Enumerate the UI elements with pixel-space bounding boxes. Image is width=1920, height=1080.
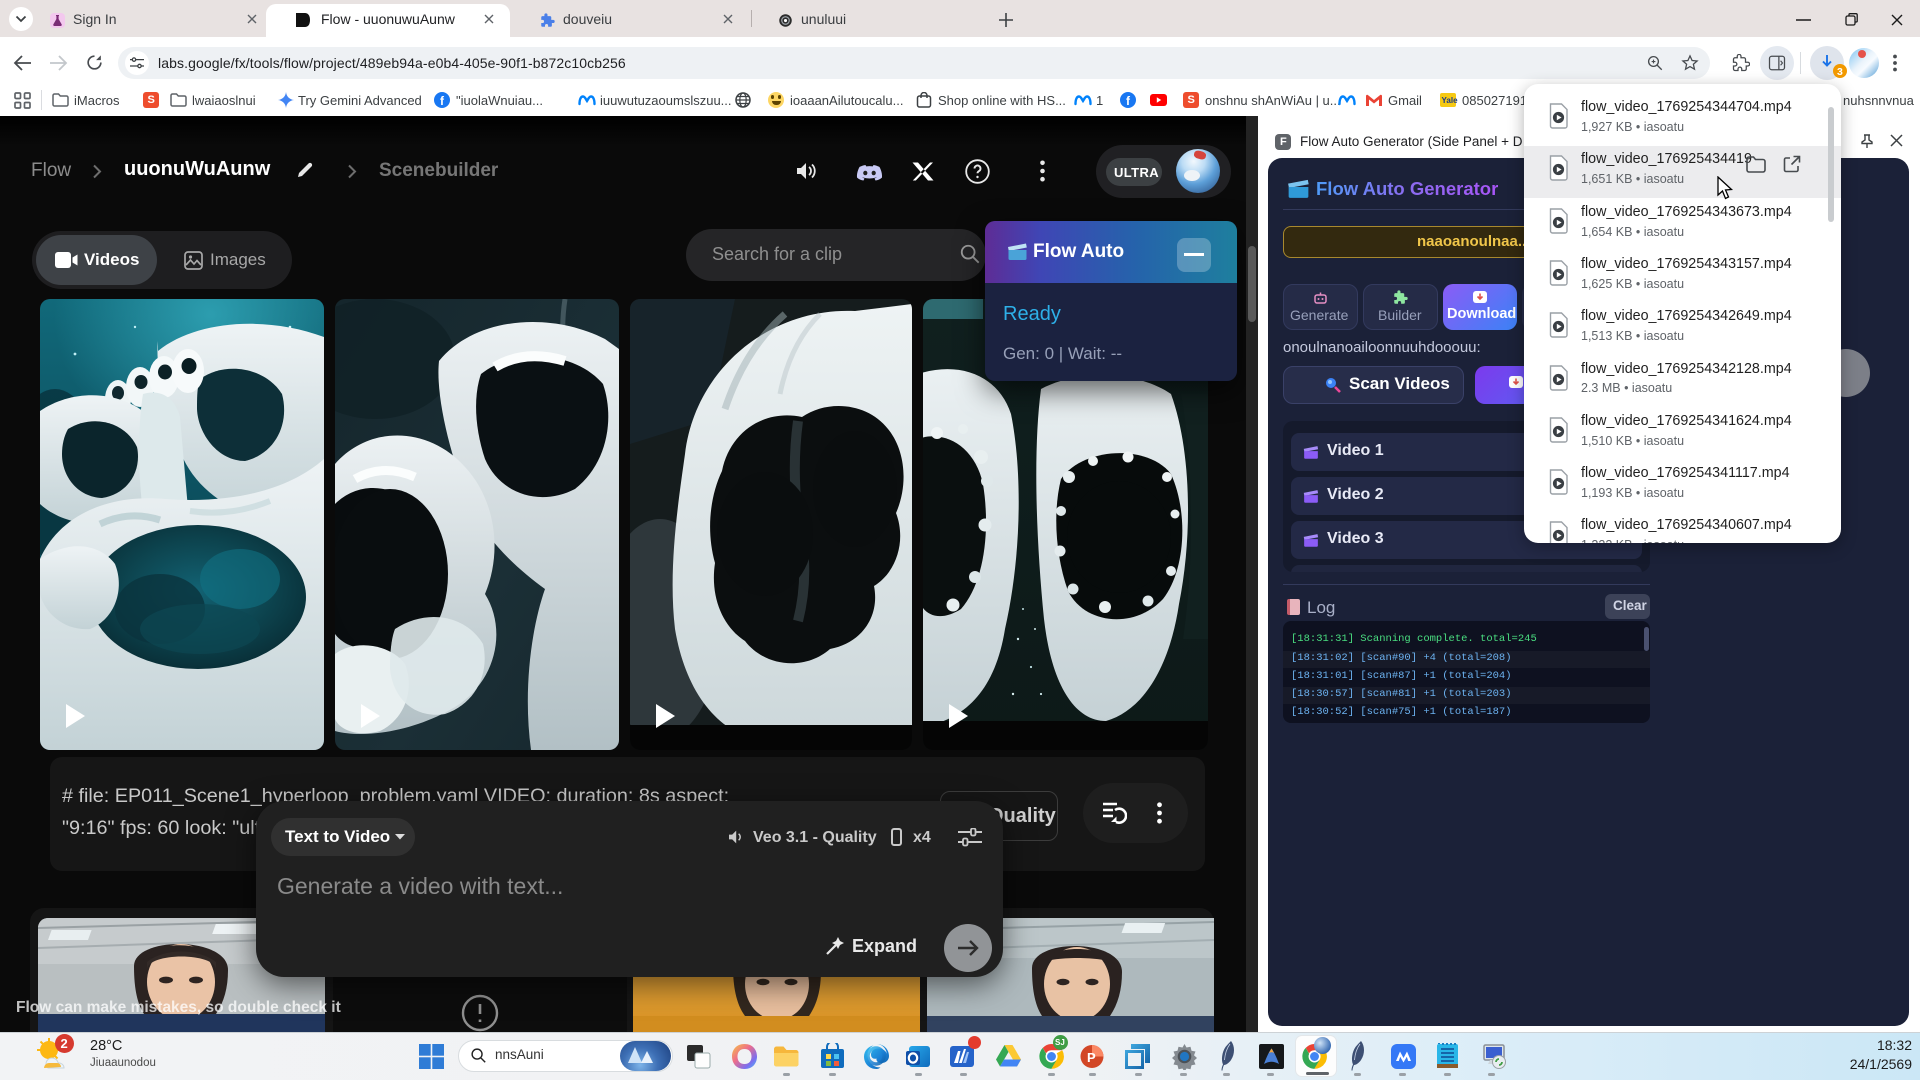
svg-text:P: P	[1087, 1050, 1096, 1065]
